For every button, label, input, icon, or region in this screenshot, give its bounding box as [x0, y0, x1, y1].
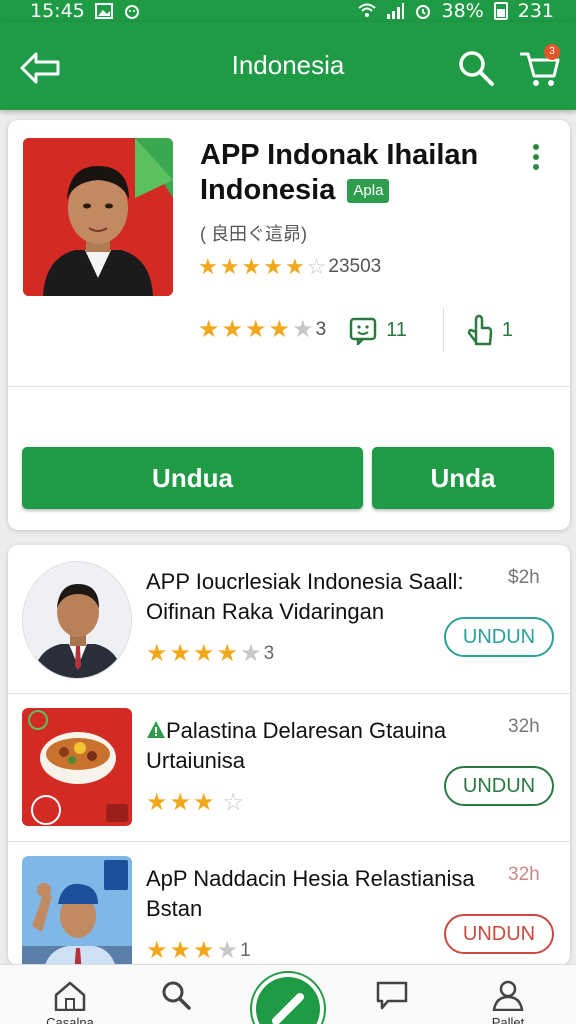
star-icon: ☆ — [306, 254, 327, 279]
list-item[interactable]: ApP Naddacin Hesia Relastianisa Bstan 32… — [8, 841, 570, 965]
star-icon: ★ — [216, 640, 239, 667]
star-icon: ★ — [241, 254, 262, 279]
star-icon: ★ — [268, 316, 291, 343]
signal-icon — [386, 3, 404, 19]
card-divider — [8, 386, 570, 387]
android-icon — [124, 5, 139, 19]
featured-app-card: APP Indonak Ihailan Indonesia Apla ( 良田ぐ… — [8, 120, 570, 530]
list-item-title-text: Palastina Delaresan Gtauina Urtaiunisa — [146, 718, 447, 773]
nav-messages[interactable] — [362, 979, 422, 1011]
star-icon: ★ — [216, 937, 239, 964]
app-bar: Indonesia 3 — [0, 22, 576, 110]
list-item[interactable]: Palastina Delaresan Gtauina Urtaiunisa 3… — [8, 693, 570, 841]
stat-rating: ★ ★ ★ ★ ★ 3 — [198, 316, 327, 343]
status-extra: 231 — [517, 0, 554, 22]
edit-icon — [272, 993, 304, 1024]
status-time: 15:45 — [30, 0, 85, 22]
app-list: APP Ioucrlesiak Indonesia Saall: Oifinan… — [8, 545, 570, 965]
star-icon: ★ — [193, 937, 215, 964]
star-icon: ★ — [146, 937, 168, 964]
search-icon[interactable] — [456, 48, 496, 88]
developer-name: ( 良田ぐ這昴) — [200, 224, 307, 244]
cart-count-badge: 3 — [544, 44, 560, 60]
stat-rating-value: 3 — [315, 319, 327, 340]
list-item-time: $2h — [508, 567, 540, 588]
star-icon: ★ — [221, 316, 244, 343]
star-icon: ★ — [198, 316, 220, 343]
nav-home[interactable]: Casalna — [40, 979, 100, 1024]
app-hero-image — [23, 138, 173, 296]
list-download-button[interactable]: UNDUN — [444, 766, 554, 806]
image-icon — [94, 3, 113, 19]
app-badge: Apla — [347, 179, 390, 204]
list-item-rating-value: 1 — [240, 940, 251, 961]
star-icon: ★ — [169, 937, 192, 964]
bottom-nav: Casalna Pallet — [0, 964, 576, 1024]
more-vert-icon[interactable] — [526, 142, 546, 172]
star-icon: ★ — [219, 254, 240, 279]
list-item-rating: ★ ★ ★ ★ ★ 3 — [146, 640, 275, 667]
list-item-title: ApP Naddacin Hesia Relastianisa Bstan — [146, 866, 475, 921]
stat-reviews: 11 — [348, 315, 407, 345]
app-thumbnail — [22, 561, 132, 679]
create-fab-button[interactable] — [252, 973, 324, 1024]
status-bar: 15:45 38% 231 — [0, 0, 576, 22]
list-item-time: 32h — [508, 864, 540, 885]
list-item-rating: ★ ★ ★ ☆ — [146, 789, 245, 816]
list-item-title: Palastina Delaresan Gtauina Urtaiunisa — [146, 716, 486, 776]
battery-percent: 38% — [441, 0, 484, 22]
list-download-button[interactable]: UNDUN — [444, 617, 554, 657]
star-icon: ☆ — [222, 789, 245, 816]
hand-icon — [467, 314, 493, 346]
app-title-line1: APP Indonak Ihailan — [200, 139, 479, 171]
star-icon: ★ — [198, 254, 218, 279]
app-title-line2: Indonesia — [200, 174, 336, 206]
stats-row: ★ ★ ★ ★ ★ 3 11 1 — [198, 308, 548, 352]
download-button[interactable]: Undua — [22, 447, 363, 509]
list-item-rating: ★ ★ ★ ★ 1 — [146, 937, 251, 964]
stat-likes-value: 1 — [501, 318, 514, 341]
nav-search[interactable] — [146, 979, 206, 1011]
rating-count: 23503 — [328, 256, 382, 277]
star-icon: ★ — [284, 254, 305, 279]
list-item[interactable]: APP Ioucrlesiak Indonesia Saall: Oifinan… — [8, 545, 570, 693]
star-icon: ★ — [193, 640, 215, 667]
star-icon: ★ — [146, 789, 168, 816]
person-icon — [492, 980, 524, 1011]
star-icon: ★ — [292, 316, 314, 343]
alarm-icon — [415, 5, 430, 19]
wifi-icon — [357, 3, 376, 17]
app-title: APP Indonak Ihailan Indonesia Apla — [200, 138, 510, 208]
chat-icon — [349, 317, 377, 345]
list-item-rating-value: 3 — [263, 643, 275, 664]
message-icon — [376, 981, 408, 1010]
star-icon: ★ — [263, 254, 283, 279]
star-icon: ★ — [169, 789, 192, 816]
star-icon: ★ — [146, 640, 168, 667]
list-download-button[interactable]: UNDUN — [444, 914, 554, 954]
star-icon: ★ — [169, 640, 192, 667]
nav-profile-label: Pallet — [491, 1015, 525, 1024]
star-icon: ★ — [245, 316, 267, 343]
install-button[interactable]: Unda — [372, 447, 554, 509]
stat-reviews-value: 11 — [386, 318, 407, 341]
divider — [442, 308, 444, 352]
list-item-time: 32h — [508, 716, 540, 737]
warning-icon — [147, 721, 165, 738]
app-thumbnail — [22, 708, 132, 826]
list-item-title: APP Ioucrlesiak Indonesia Saall: Oifinan… — [146, 569, 464, 624]
nav-home-label: Casalna — [46, 1015, 94, 1024]
star-icon: ★ — [240, 640, 262, 667]
search-icon — [162, 981, 191, 1010]
stat-likes: 1 — [466, 314, 513, 346]
home-icon — [54, 981, 86, 1011]
battery-icon — [493, 2, 508, 20]
cart-button[interactable]: 3 — [516, 44, 562, 90]
star-icon: ★ — [193, 789, 215, 816]
nav-profile[interactable]: Pallet — [478, 979, 538, 1024]
app-thumbnail — [22, 856, 132, 965]
rating-summary: ★ ★ ★ ★ ★ ☆ 23503 — [198, 256, 381, 278]
